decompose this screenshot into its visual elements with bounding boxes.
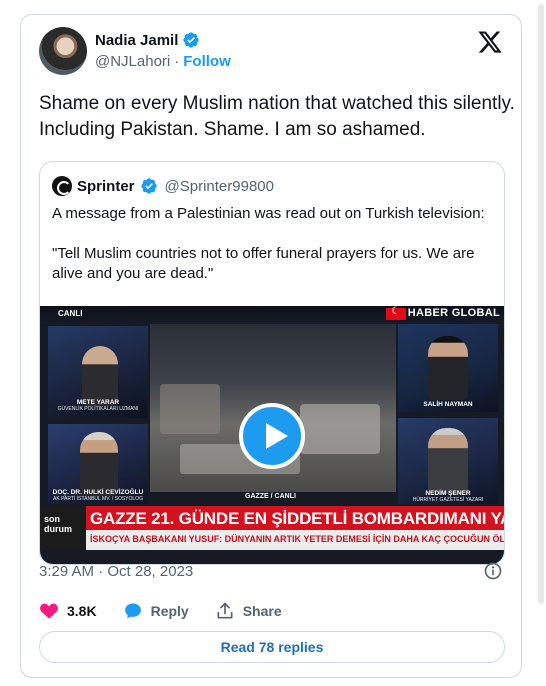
author-handle[interactable]: @NJLahori: [95, 53, 170, 70]
quoted-author-name: Sprinter: [77, 177, 135, 195]
headline-text: GAZZE 21. GÜNDE EN ŞİDDETLİ BOMBARDIMANI…: [90, 509, 504, 528]
read-replies-button[interactable]: Read 78 replies: [39, 631, 505, 663]
like-button[interactable]: 3.8K: [39, 601, 97, 621]
tweet-timestamp[interactable]: 3:29 AM · Oct 28, 2023: [39, 563, 193, 580]
reply-bubble-icon: [124, 603, 141, 619]
quoted-author-handle: @Sprinter99800: [164, 177, 274, 195]
tweet-text: Shame on every Muslim nation that watche…: [39, 93, 515, 140]
footage-area: [160, 384, 220, 434]
guest3-name: SALİH NAYMAN: [423, 401, 473, 408]
guest3-caption: SALİH NAYMAN: [398, 401, 498, 408]
tweet-header: Nadia Jamil @NJLahori · Follow: [39, 27, 503, 79]
live-label: CANLI: [58, 309, 83, 318]
quoted-header: Sprinter @Sprinter99800: [52, 176, 274, 196]
guest2-role: AK PARTİ İSTANBUL MV. / SOSYOLOG: [53, 496, 143, 502]
son-durum-badge: son durum: [40, 506, 86, 550]
guest4-caption: NEDİM ŞENER HÜRRİYET GAZETESİ YAZARI: [398, 490, 498, 504]
tweet-card: Nadia Jamil @NJLahori · Follow Shame on …: [20, 14, 522, 678]
play-icon[interactable]: [239, 403, 305, 469]
share-button[interactable]: Share: [215, 601, 282, 621]
author-name[interactable]: Nadia Jamil: [95, 32, 178, 49]
scrollbar[interactable]: [536, 0, 546, 686]
info-icon[interactable]: [483, 561, 503, 581]
quoted-tweet[interactable]: Sprinter @Sprinter99800 A message from a…: [39, 161, 505, 565]
ticker-text: İSKOÇYA BAŞBAKANI YUSUF: DÜNYANIN ARTIK …: [90, 534, 505, 544]
handle-row: @NJLahori · Follow: [95, 53, 231, 70]
share-upload-icon: [217, 602, 233, 619]
guest-panel-3: [398, 324, 498, 412]
gaza-live-label: GAZZE / CANLI: [245, 493, 296, 500]
guest4-role: HÜRRİYET GAZETESİ YAZARI: [412, 497, 484, 503]
reply-label: Reply: [150, 603, 189, 619]
follow-button[interactable]: Follow: [183, 53, 231, 70]
news-ticker: İSKOÇYA BAŞBAKANI YUSUF: DÜNYANIN ARTIK …: [40, 530, 505, 550]
tweet-actions: 3.8K Reply Share: [39, 601, 308, 621]
verified-badge-icon: [183, 32, 200, 48]
guest2-caption: DOÇ. DR. HULKİ CEVİZOĞLU AK PARTİ İSTANB…: [46, 489, 150, 503]
headline-bar: GAZZE 21. GÜNDE EN ŞİDDETLİ BOMBARDIMANI…: [40, 506, 504, 530]
verified-badge-icon: [140, 178, 157, 194]
guest1-role: GÜVENLİK POLİTİKALARI UZMANI: [57, 406, 139, 412]
quoted-avatar: [52, 176, 72, 196]
x-logo-icon[interactable]: [477, 29, 503, 55]
like-count: 3.8K: [67, 603, 97, 619]
quoted-text-line2: "Tell Muslim countries not to offer fune…: [52, 245, 475, 282]
share-label: Share: [242, 603, 282, 619]
guest2-name: DOÇ. DR. HULKİ CEVİZOĞLU: [52, 489, 144, 496]
guest1-caption: METE YARAR GÜVENLİK POLİTİKALARI UZMANI: [48, 399, 148, 413]
scrollbar-thumb[interactable]: [538, 4, 544, 604]
quoted-text-line1: A message from a Palestinian was read ou…: [52, 205, 485, 222]
heart-icon: [40, 603, 58, 619]
quoted-text: A message from a Palestinian was read ou…: [52, 204, 492, 304]
reply-button[interactable]: Reply: [123, 601, 189, 621]
footage-area: [300, 404, 380, 454]
separator-dot: ·: [174, 53, 180, 70]
author-name-row: Nadia Jamil: [95, 31, 200, 49]
guest4-name: NEDİM ŞENER: [425, 490, 471, 497]
video-player[interactable]: CANLI HABER GLOBAL METE YARAR GÜVENLİK P…: [40, 306, 505, 564]
turkish-flag-icon: [386, 306, 406, 320]
avatar[interactable]: [39, 27, 87, 75]
channel-logo: HABER GLOBAL: [407, 307, 500, 319]
guest1-name: METE YARAR: [76, 399, 120, 406]
